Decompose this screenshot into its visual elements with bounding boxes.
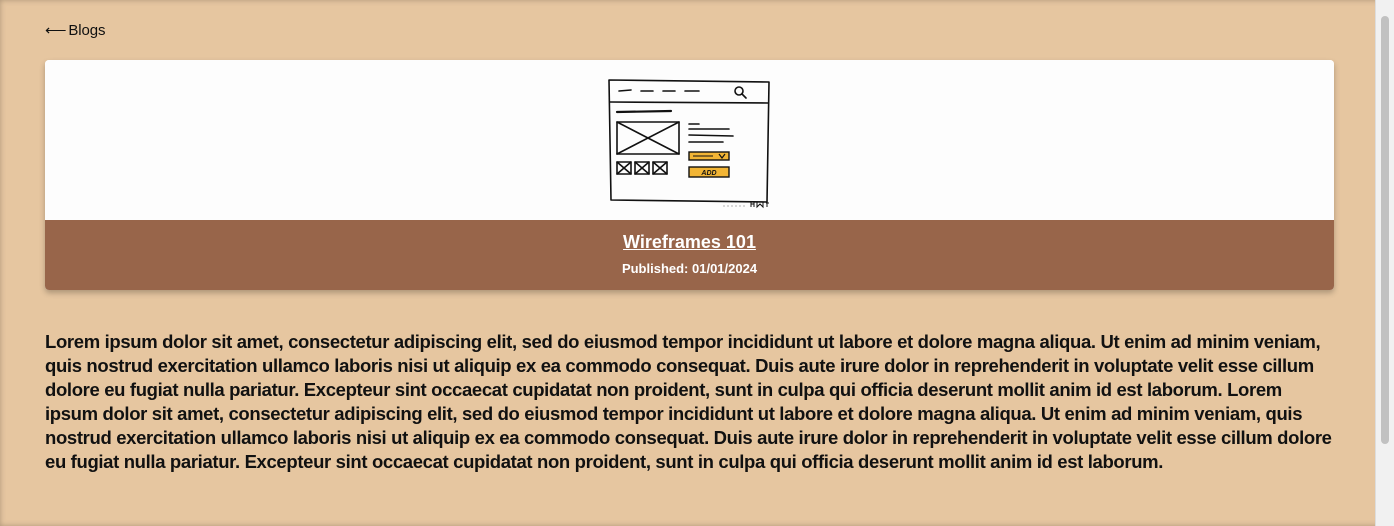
post-published-date: Published: 01/01/2024 [621, 261, 758, 276]
post-body-text: Lorem ipsum dolor sit amet, consectetur … [45, 331, 1332, 472]
post-header-footer: Wireframes 101 Published: 01/01/2024 [45, 220, 1334, 290]
blog-post-page: ⟵ Blogs ADD Wireframes 101 Published: 01… [0, 0, 1394, 526]
post-cover-image: ADD [45, 60, 1334, 220]
back-link-label: Blogs [68, 22, 106, 39]
scrollbar-thumb[interactable] [1381, 16, 1389, 444]
vertical-scrollbar[interactable] [1375, 0, 1394, 526]
post-title-link[interactable]: Wireframes 101 [623, 232, 756, 253]
wireframe-illustration: ADD [608, 79, 770, 209]
back-to-blogs-link[interactable]: ⟵ Blogs [45, 21, 106, 39]
wireframe-add-button-label: ADD [700, 170, 716, 177]
post-header-card: ADD Wireframes 101 Published: 01/01/2024 [45, 60, 1334, 290]
left-arrow-icon: ⟵ [45, 22, 67, 39]
